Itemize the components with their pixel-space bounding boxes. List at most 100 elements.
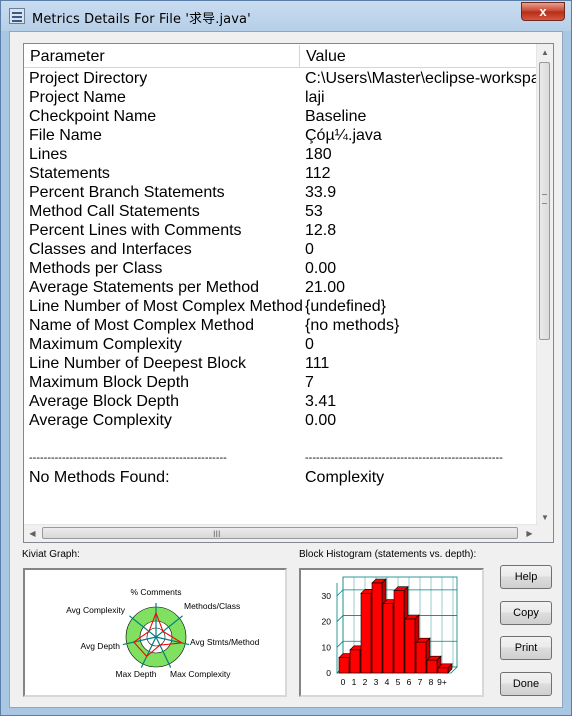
parameter-cell: Percent Lines with Comments [29,222,242,239]
value-cell: 111 [305,355,330,372]
metrics-table[interactable]: Parameter Value Project Directory C:\User… [23,43,554,543]
table-row[interactable]: Project Name laji [24,88,539,107]
parameter-cell: Average Statements per Method [29,279,260,296]
value-cell: 0 [305,241,314,258]
value-cell: C:\Users\Master\eclipse-workspac [305,70,548,87]
histogram-label: Block Histogram (statements vs. depth): [299,549,477,560]
table-row[interactable]: Percent Branch Statements 33.9 [24,183,539,202]
kiviat-axis-label: Avg Depth [80,641,120,651]
window-title: Metrics Details For File '求导.java' [32,12,251,27]
table-row[interactable]: Percent Lines with Comments 12.8 [24,221,539,240]
value-cell: 0.00 [305,412,337,429]
value-cell: {undefined} [305,298,386,315]
value-cell: 180 [305,146,332,163]
table-row[interactable]: Maximum Complexity 0 [24,335,539,354]
close-button[interactable]: x [521,2,565,21]
scroll-left-arrow-icon[interactable]: ◀ [24,525,41,542]
kiviat-axis-label: Avg Stmts/Method [190,637,260,647]
histogram-bar [360,592,372,674]
value-cell: 53 [305,203,323,220]
value-cell: 21.00 [305,279,346,296]
print-button[interactable]: Print [500,636,552,660]
table-row[interactable] [24,430,539,449]
scroll-grip-icon: III [213,529,221,539]
histogram-x-tick-label: 7 [418,677,423,687]
table-row[interactable]: Classes and Interfaces 0 [24,240,539,259]
close-icon: x [539,4,547,19]
histogram-x-tick-label: 8 [429,677,434,687]
parameter-cell: ----------------------------------------… [29,452,227,464]
kiviat-graph: % CommentsMethods/Class Avg Stmts/Method M… [66,587,260,679]
table-row[interactable]: Methods per Class 0.00 [24,259,539,278]
table-row[interactable]: Name of Most Complex Method {no methods} [24,316,539,335]
histogram-grid-diag [336,641,344,648]
column-divider[interactable] [299,45,300,67]
histogram-y-tick-label: 0 [326,668,331,678]
table-row[interactable]: Maximum Block Depth 7 [24,373,539,392]
title-bar[interactable]: Metrics Details For File '求导.java' x [1,1,571,31]
parameter-cell: Average Complexity [29,412,172,429]
value-cell: Çóµ¼.java [305,127,382,144]
parameter-cell: Name of Most Complex Method [29,317,254,334]
table-row[interactable]: Statements 112 [24,164,539,183]
kiviat-axis-label: Max Complexity [170,669,231,679]
value-cell: laji [305,89,325,106]
table-row[interactable]: No Methods Found: Complexity [24,468,539,487]
scroll-right-arrow-icon[interactable]: ▶ [521,525,538,542]
help-button[interactable]: Help [500,565,552,589]
table-body: Project Directory C:\Users\Master\eclipse… [24,69,548,487]
histogram-x-tick-label: 5 [396,677,401,687]
kiviat-axis-label: % Comments [130,587,181,597]
table-row[interactable]: Line Number of Most Complex Method {undef… [24,297,539,316]
kiviat-axis-label: Methods/Class [184,601,240,611]
histogram-x-tick-label: 4 [385,677,390,687]
table-row[interactable]: Average Complexity 0.00 [24,411,539,430]
kiviat-label: Kiviat Graph: [22,549,80,560]
histogram-bar [426,659,438,674]
histogram-x-tick-label: 2 [363,677,368,687]
done-button[interactable]: Done [500,672,552,696]
kiviat-axis-label: Max Depth [115,669,156,679]
kiviat-graph-panel: % Comments Methods/Class Avg Stmts/Method M… [23,568,287,697]
histogram-y-tick-label: 10 [322,642,332,652]
horizontal-scrollbar[interactable]: ◀ III ▶ [24,524,538,542]
histogram-bar [349,649,361,674]
table-row[interactable]: Checkpoint Name Baseline [24,107,539,126]
table-row[interactable]: ----------------------------------------… [24,449,539,468]
value-cell: {no methods} [305,317,400,334]
table-row[interactable]: Lines 180 [24,145,539,164]
parameter-cell: Checkpoint Name [29,108,157,125]
block-histogram: 01020300 1 2 3 4 5 6 7 8 9+ [322,576,458,687]
parameter-cell: Project Name [29,89,126,106]
table-row[interactable]: File Name Çóµ¼.java [24,126,539,145]
histogram-grid-diag [336,589,344,597]
vertical-scrollbar[interactable]: ▲ ▼ [536,44,553,526]
parameter-cell: Lines [29,146,68,163]
table-row[interactable]: Average Block Depth 3.41 [24,392,539,411]
parameter-cell: Maximum Block Depth [29,374,190,391]
value-cell: 0.00 [305,260,337,277]
value-cell: 112 [305,165,331,182]
scroll-up-arrow-icon[interactable]: ▲ [537,44,553,61]
table-row[interactable]: Method Call Statements 53 [24,202,539,221]
parameter-cell: Line Number of Most Complex Method [29,298,303,315]
column-header-value[interactable]: Value [306,44,346,67]
value-cell: 3.41 [305,393,337,410]
table-row[interactable]: Average Statements per Method 21.00 [24,278,539,297]
parameter-cell: No Methods Found: [29,469,170,486]
vertical-scroll-thumb[interactable] [539,62,550,340]
scroll-down-arrow-icon[interactable]: ▼ [537,509,553,526]
value-cell: 12.8 [305,222,337,239]
kiviat-axis-label: Avg Complexity [66,605,126,615]
parameter-cell: Percent Branch Statements [29,184,225,201]
block-histogram-panel: 0 10 20 30 0 1 2 3 4 5 6 7 8 9+ [299,568,484,697]
horizontal-scroll-thumb[interactable]: III [42,527,518,539]
copy-button[interactable]: Copy [500,601,552,625]
app-icon [9,8,25,24]
table-row[interactable]: Project Directory C:\Users\Master\eclipse… [24,69,548,88]
histogram-bar [371,582,383,674]
table-row[interactable]: Line Number of Deepest Block 111 [24,354,539,373]
column-header-parameter[interactable]: Parameter [30,44,105,67]
parameter-cell: Maximum Complexity [29,336,182,353]
histogram-bar [404,618,416,674]
